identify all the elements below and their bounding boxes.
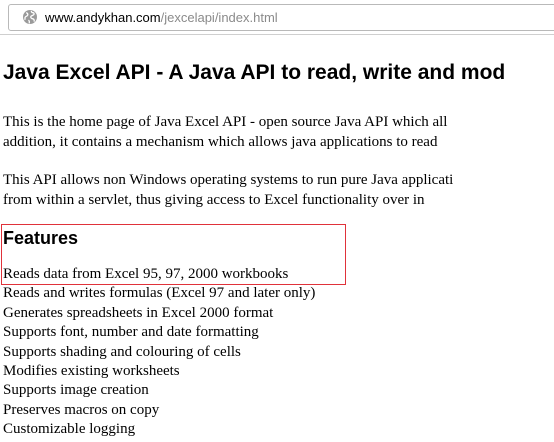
url-domain: www.andykhan.com: [45, 10, 161, 25]
intro-paragraph-line: addition, it contains a mechanism which …: [3, 134, 438, 150]
features-list: Reads data from Excel 95, 97, 2000 workb…: [3, 265, 315, 440]
feature-item: Modifies existing worksheets: [3, 363, 180, 380]
feature-item: Generates spreadsheets in Excel 2000 for…: [3, 304, 274, 321]
intro-paragraph: This is the home page of Java Excel API …: [3, 112, 447, 152]
feature-item: Preserves macros on copy: [3, 401, 160, 418]
url-path: /jexcelapi/index.html: [160, 10, 278, 25]
page-title: Java Excel API - A Java API to read, wri…: [3, 61, 506, 84]
feature-item: Reads data from Excel 95, 97, 2000 workb…: [3, 266, 289, 282]
feature-item: Supports shading and colouring of cells: [3, 343, 241, 360]
feature-item: Customizable logging: [3, 421, 136, 438]
features-heading: Features: [3, 228, 79, 248]
feature-item: Supports font, number and date formattin…: [3, 324, 259, 341]
url-text[interactable]: www.andykhan.com/jexcelapi/index.html: [45, 9, 278, 26]
platform-paragraph-line: from within a servlet, thus giving acces…: [3, 192, 425, 208]
feature-item: Reads and writes formulas (Excel 97 and …: [3, 285, 316, 302]
browser-window: www.andykhan.com/jexcelapi/index.html Ja…: [0, 0, 554, 442]
feature-item: Supports image creation: [3, 382, 149, 399]
intro-paragraph-line: This is the home page of Java Excel API …: [3, 114, 448, 130]
platform-paragraph: This API allows non Windows operating sy…: [3, 170, 453, 210]
globe-icon: [22, 9, 38, 25]
address-bar: www.andykhan.com/jexcelapi/index.html: [0, 0, 554, 35]
platform-paragraph-line: This API allows non Windows operating sy…: [3, 172, 454, 188]
